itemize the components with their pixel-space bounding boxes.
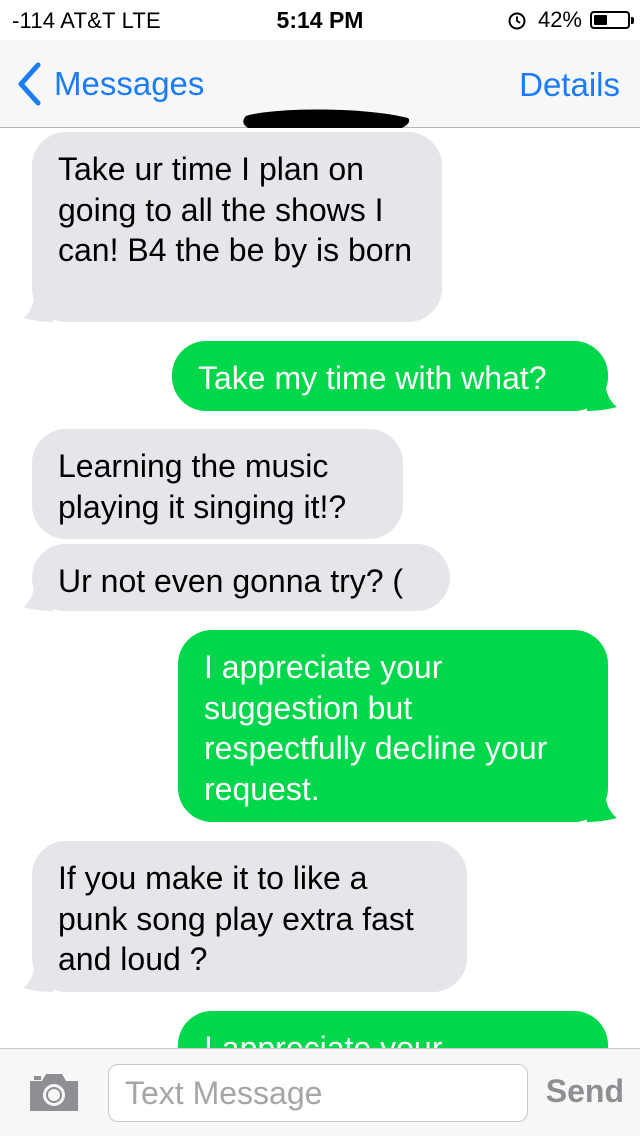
status-bar: -114 AT&T LTE 5:14 PM 42% [0, 0, 640, 40]
message-text: I appreciate your suggestion but respect… [204, 649, 548, 807]
incoming-message-bubble[interactable]: Ur not even gonna try? ( [23, 544, 450, 611]
incoming-message-bubble[interactable]: Take ur time I plan on going to all the … [23, 132, 442, 322]
camera-icon[interactable] [28, 1069, 80, 1113]
conversation-thread[interactable]: Take ur time I plan on going to all the … [0, 128, 640, 1048]
chevron-left-icon [18, 62, 41, 106]
message-text: I appreciate your [204, 1030, 443, 1048]
bubble-tail [23, 290, 53, 322]
message-text: Take ur time I plan on going to all the … [58, 151, 412, 268]
navigation-bar: Messages Details [0, 40, 640, 144]
status-right: 42% [506, 6, 634, 34]
battery-fill [594, 15, 607, 25]
bubble-tail [587, 379, 617, 411]
details-button[interactable]: Details [519, 66, 620, 104]
alarm-clock-icon [508, 12, 526, 30]
incoming-message-bubble[interactable]: Learning the music playing it singing it… [32, 429, 403, 539]
messages-screen: -114 AT&T LTE 5:14 PM 42% Messages Detai… [0, 0, 640, 1136]
battery-icon [590, 11, 634, 29]
send-button[interactable]: Send [546, 1073, 624, 1110]
bubble-tail [23, 579, 53, 611]
outgoing-message-bubble[interactable]: I appreciate your [178, 1011, 608, 1048]
text-message-input[interactable] [108, 1064, 528, 1122]
bubble-tail [23, 960, 53, 992]
message-text: Take my time with what? [198, 360, 547, 396]
outgoing-message-bubble[interactable]: Take my time with what? [172, 341, 617, 411]
back-button-label: Messages [54, 65, 205, 102]
message-text: If you make it to like a punk song play … [58, 860, 414, 977]
message-text: Ur not even gonna try? ( [58, 563, 404, 599]
message-text: Learning the music playing it singing it… [58, 448, 347, 525]
outgoing-message-bubble[interactable]: I appreciate your suggestion but respect… [178, 630, 617, 822]
back-to-messages-button[interactable]: Messages [16, 60, 204, 108]
message-input-bar: Send [0, 1048, 640, 1136]
battery-percent: 42% [537, 7, 582, 32]
incoming-message-bubble[interactable]: If you make it to like a punk song play … [23, 841, 467, 992]
bubble-tail [587, 790, 617, 822]
